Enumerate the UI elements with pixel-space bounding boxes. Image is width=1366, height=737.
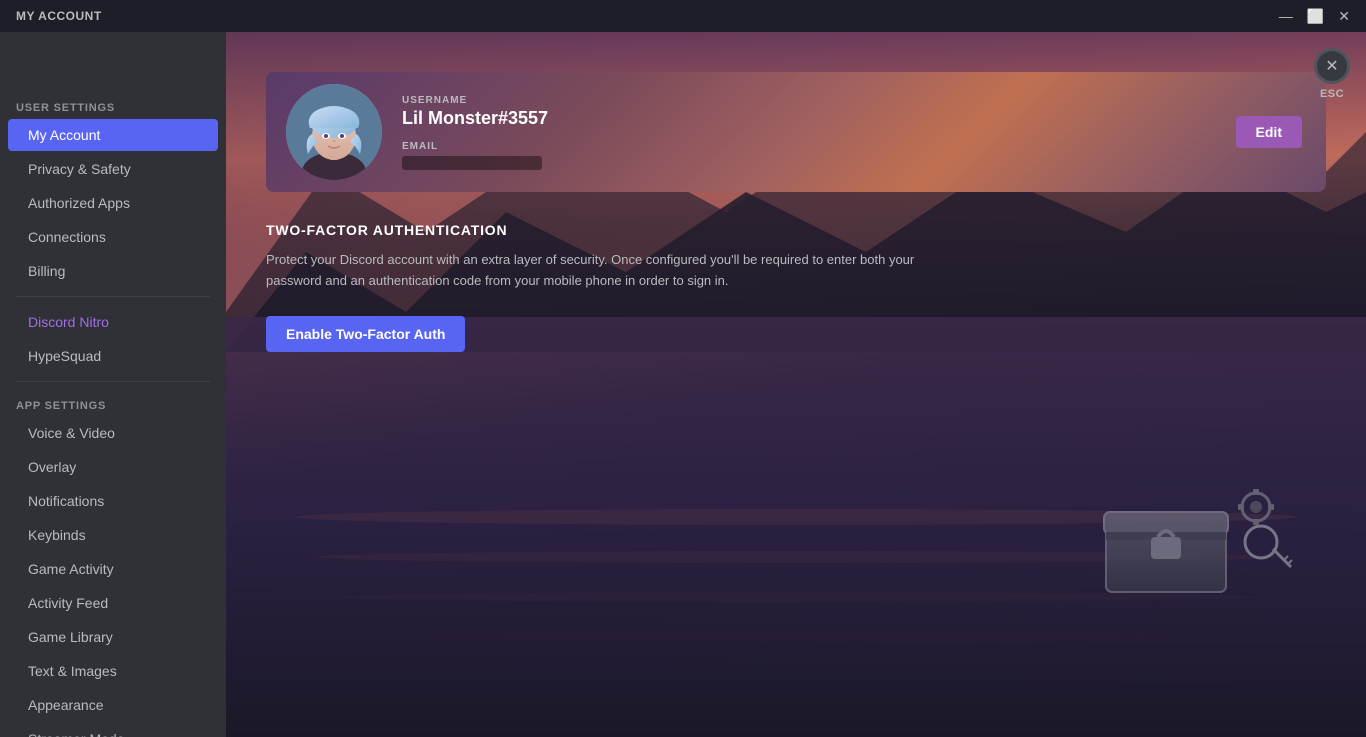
sidebar-divider-2 [16, 381, 210, 382]
esc-label: ESC [1320, 88, 1344, 100]
close-button[interactable]: ✕ [1338, 9, 1350, 23]
maximize-button[interactable]: ⬜ [1307, 9, 1324, 23]
profile-info: USERNAME Lil Monster#3557 EMAIL [402, 79, 1236, 186]
sidebar: USER SETTINGS My Account Privacy & Safet… [0, 32, 226, 737]
edit-button[interactable]: Edit [1236, 116, 1302, 148]
content-area: ✕ ESC [226, 32, 1366, 737]
username-label: USERNAME [402, 95, 1236, 106]
sidebar-divider-1 [16, 296, 210, 297]
sidebar-item-streamer-mode[interactable]: Streamer Mode [8, 723, 218, 737]
twofa-description: Protect your Discord account with an ext… [266, 250, 966, 292]
sidebar-item-privacy-safety[interactable]: Privacy & Safety [8, 153, 218, 185]
sidebar-item-hypesquad[interactable]: HypeSquad [8, 340, 218, 372]
sidebar-item-game-library[interactable]: Game Library [8, 621, 218, 653]
window-title: MY ACCOUNT [16, 9, 102, 23]
sidebar-item-discord-nitro[interactable]: Discord Nitro [8, 306, 218, 338]
sidebar-item-game-activity[interactable]: Game Activity [8, 553, 218, 585]
sidebar-item-voice-video[interactable]: Voice & Video [8, 417, 218, 449]
window-controls: — ⬜ ✕ [1279, 9, 1350, 23]
profile-card: USERNAME Lil Monster#3557 EMAIL Edit [266, 72, 1326, 192]
minimize-button[interactable]: — [1279, 9, 1293, 23]
title-bar: MY ACCOUNT — ⬜ ✕ [0, 0, 1366, 32]
email-label: EMAIL [402, 141, 1236, 152]
content-scroll: USERNAME Lil Monster#3557 EMAIL Edit TWO… [226, 32, 1366, 737]
sidebar-item-billing[interactable]: Billing [8, 255, 218, 287]
twofa-section: TWO-FACTOR AUTHENTICATION Protect your D… [266, 222, 1326, 352]
app-settings-label: APP SETTINGS [0, 394, 226, 416]
sidebar-item-notifications[interactable]: Notifications [8, 485, 218, 517]
sidebar-item-keybinds[interactable]: Keybinds [8, 519, 218, 551]
sidebar-item-appearance[interactable]: Appearance [8, 689, 218, 721]
main-layout: USER SETTINGS My Account Privacy & Safet… [0, 32, 1366, 737]
avatar [286, 84, 382, 180]
sidebar-item-connections[interactable]: Connections [8, 221, 218, 253]
sidebar-item-overlay[interactable]: Overlay [8, 451, 218, 483]
user-settings-label: USER SETTINGS [0, 96, 226, 118]
enable-twofa-button[interactable]: Enable Two-Factor Auth [266, 316, 465, 352]
sidebar-item-text-images[interactable]: Text & Images [8, 655, 218, 687]
sidebar-item-my-account[interactable]: My Account [8, 119, 218, 151]
close-button[interactable]: ✕ [1314, 48, 1350, 84]
profile-username: Lil Monster#3557 [402, 108, 1236, 129]
close-overlay: ✕ ESC [1314, 48, 1350, 100]
sidebar-item-authorized-apps[interactable]: Authorized Apps [8, 187, 218, 219]
email-value-hidden [402, 156, 542, 170]
sidebar-item-activity-feed[interactable]: Activity Feed [8, 587, 218, 619]
twofa-heading: TWO-FACTOR AUTHENTICATION [266, 222, 1326, 238]
